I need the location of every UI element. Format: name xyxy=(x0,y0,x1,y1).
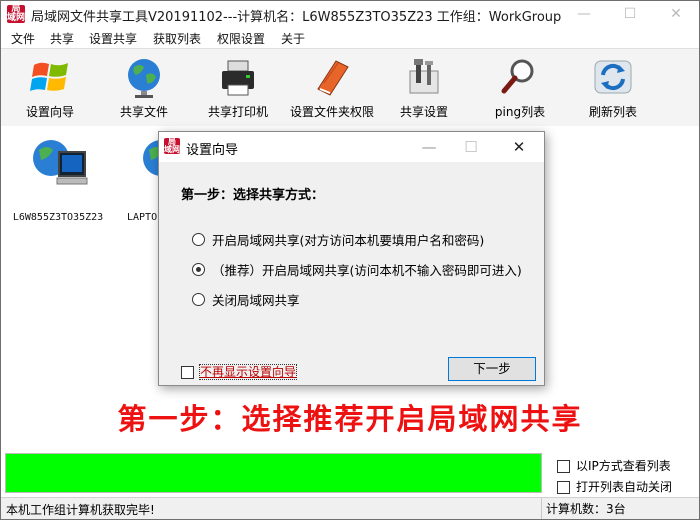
dialog-close-icon[interactable]: ✕ xyxy=(498,132,540,162)
share-printer-label: 共享打印机 xyxy=(207,105,268,119)
printer-icon xyxy=(222,60,254,96)
ip-view-checkbox[interactable] xyxy=(557,460,570,473)
menu-set-share[interactable]: 设置共享 xyxy=(89,30,137,47)
share-files-button[interactable]: 共享文件 xyxy=(105,49,183,126)
maximize-icon[interactable]: ☐ xyxy=(607,1,653,28)
menu-get-list[interactable]: 获取列表 xyxy=(153,30,201,47)
instruction-banner: 第一步：选择推荐开启局域网共享 xyxy=(117,402,583,436)
main-window: 局域网 局域网文件共享工具V20191102---计算机名：L6W855Z3TO… xyxy=(0,0,700,520)
wizard-label: 设置向导 xyxy=(25,105,74,119)
computer-name: L6W855Z3TO35Z23 xyxy=(12,212,104,223)
dialog-logo-icon: 局域网 xyxy=(164,138,180,154)
ping-list-label: ping列表 xyxy=(494,105,546,119)
window-title: 局域网文件共享工具V20191102---计算机名：L6W855Z3TO35Z2… xyxy=(31,10,562,25)
status-bar: 本机工作组计算机获取完毕! 计算机数：3台 xyxy=(1,497,699,519)
ping-list-button[interactable]: ping列表 xyxy=(481,49,559,126)
magnifier-icon xyxy=(501,59,534,94)
auto-close-option[interactable]: 打开列表自动关闭 xyxy=(557,478,672,496)
status-message: 本机工作组计算机获取完毕! xyxy=(6,503,155,517)
dialog-maximize-icon[interactable]: ☐ xyxy=(450,132,492,162)
windows-logo-icon xyxy=(30,62,68,91)
step-heading: 第一步：选择共享方式： xyxy=(181,188,325,203)
book-icon xyxy=(317,60,349,96)
dont-show-checkbox[interactable] xyxy=(181,366,194,379)
close-icon[interactable]: ✕ xyxy=(653,1,699,28)
tools-icon xyxy=(409,59,439,94)
toolbar: 设置向导 共享文件 共享打印机 设置文件夹权限 共享设置 ping列表 刷新列表 xyxy=(1,48,699,127)
dialog-minimize-icon[interactable]: — xyxy=(408,132,450,162)
refresh-icon xyxy=(594,60,632,94)
radio-button[interactable] xyxy=(192,233,205,246)
wizard-button[interactable]: 设置向导 xyxy=(11,49,89,126)
folder-permission-button[interactable]: 设置文件夹权限 xyxy=(287,49,377,126)
minimize-icon[interactable]: — xyxy=(561,1,607,28)
dialog-title: 设置向导 xyxy=(186,143,239,158)
progress-fill xyxy=(6,454,541,492)
menu-bar: 文件 共享 设置共享 获取列表 权限设置 关于 xyxy=(1,28,699,48)
computer-count: 计算机数：3台 xyxy=(541,498,626,519)
auto-close-checkbox[interactable] xyxy=(557,481,570,494)
share-files-label: 共享文件 xyxy=(119,105,168,119)
radio-option-off[interactable]: 关闭局域网共享 xyxy=(192,290,300,309)
radio-button-selected[interactable] xyxy=(192,263,205,276)
refresh-list-label: 刷新列表 xyxy=(588,105,637,119)
share-printer-button[interactable]: 共享打印机 xyxy=(199,49,277,126)
radio-option-password[interactable]: 开启局域网共享(对方访问本机要填用户名和密码) xyxy=(192,230,484,249)
menu-about[interactable]: 关于 xyxy=(281,30,305,47)
globe-icon xyxy=(128,59,160,98)
radio-label: （推荐）开启局域网共享(访问本机不输入密码即可进入) xyxy=(212,263,522,278)
computer-globe-icon xyxy=(33,140,88,185)
menu-share[interactable]: 共享 xyxy=(50,30,74,47)
dont-show-option[interactable]: 不再显示设置向导 xyxy=(181,363,298,380)
dialog-title-bar[interactable]: 局域网 设置向导 — ☐ ✕ xyxy=(159,132,544,162)
app-logo-icon: 局域网 xyxy=(7,5,25,23)
menu-permissions[interactable]: 权限设置 xyxy=(217,30,265,47)
auto-close-label: 打开列表自动关闭 xyxy=(576,480,673,494)
ip-view-option[interactable]: 以IP方式查看列表 xyxy=(557,457,671,475)
ip-view-label: 以IP方式查看列表 xyxy=(576,459,671,473)
computer-item[interactable]: L6W855Z3TO35Z23 xyxy=(3,134,113,224)
progress-bar xyxy=(5,453,542,493)
radio-label: 关闭局域网共享 xyxy=(212,293,300,308)
radio-option-recommended[interactable]: （推荐）开启局域网共享(访问本机不输入密码即可进入) xyxy=(192,260,522,279)
folder-permission-label: 设置文件夹权限 xyxy=(289,105,374,119)
dont-show-label: 不再显示设置向导 xyxy=(198,364,298,380)
radio-label: 开启局域网共享(对方访问本机要填用户名和密码) xyxy=(212,233,485,248)
title-bar[interactable]: 局域网 局域网文件共享工具V20191102---计算机名：L6W855Z3TO… xyxy=(1,1,699,28)
share-settings-button[interactable]: 共享设置 xyxy=(385,49,463,126)
wizard-dialog: 局域网 设置向导 — ☐ ✕ 第一步：选择共享方式： 开启局域网共享(对方访问本… xyxy=(158,131,545,386)
refresh-list-button[interactable]: 刷新列表 xyxy=(573,49,653,126)
next-button[interactable]: 下一步 xyxy=(448,357,536,381)
share-settings-label: 共享设置 xyxy=(399,105,448,119)
radio-button[interactable] xyxy=(192,293,205,306)
menu-file[interactable]: 文件 xyxy=(11,30,35,47)
